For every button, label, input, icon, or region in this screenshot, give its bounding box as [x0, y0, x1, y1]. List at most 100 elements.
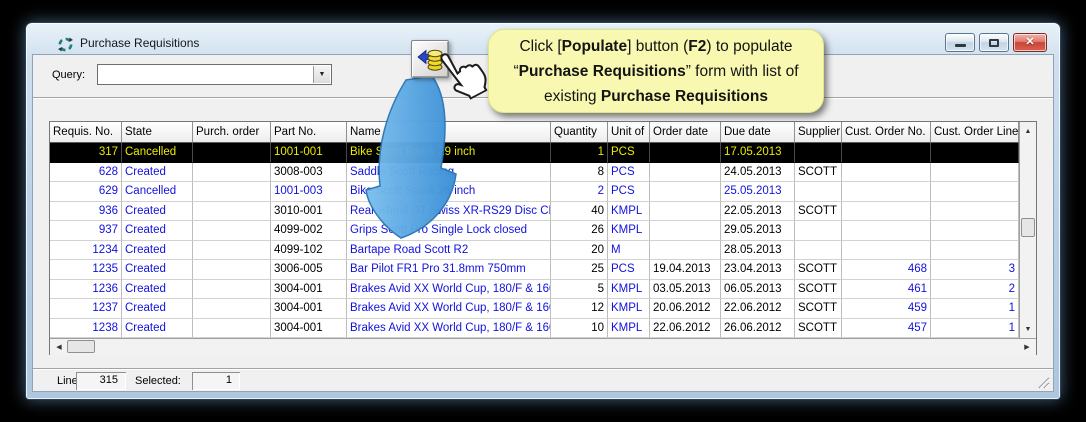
cell-cust_order_line[interactable] [931, 201, 1019, 221]
combo-dropdown-button[interactable]: ▼ [313, 66, 330, 83]
cell-part_no[interactable]: 3004-001 [271, 279, 347, 299]
vertical-scroll-thumb[interactable] [1021, 218, 1035, 237]
cell-state[interactable]: Created [122, 260, 193, 280]
scroll-down-icon[interactable]: ▼ [1020, 321, 1036, 337]
cell-due_date[interactable]: 26.06.2012 [721, 318, 795, 338]
table-row-317[interactable]: 317Cancelled1001-001Bike Scott Spark 29 … [50, 143, 1019, 163]
cell-supplier[interactable]: SCOTT [795, 201, 842, 221]
cell-cust_order_line[interactable]: 3 [931, 260, 1019, 280]
cell-order_date[interactable]: 19.04.2013 [650, 260, 721, 280]
cell-cust_order_line[interactable]: 1 [931, 299, 1019, 319]
cell-requis_no[interactable]: 317 [50, 143, 122, 163]
column-header-purch_order[interactable]: Purch. order [193, 122, 271, 143]
cell-order_date[interactable] [650, 221, 721, 241]
column-header-due_date[interactable]: Due date [721, 122, 795, 143]
cell-purch_order[interactable] [193, 162, 271, 182]
table-row-1234[interactable]: 1234 Created 4099-102 Bartape Road Scott R2… [50, 240, 1019, 260]
cell-unit[interactable]: PCS [608, 162, 650, 182]
column-header-cust_order_line[interactable]: Cust. Order Line [931, 122, 1019, 143]
cell-cust_order_no[interactable] [842, 143, 931, 163]
column-header-requis_no[interactable]: Requis. No. [50, 122, 122, 143]
cell-supplier[interactable]: SCOTT [795, 299, 842, 319]
cell-purch_order[interactable] [193, 201, 271, 221]
cell-name[interactable]: Brakes Avid XX World Cup, 180/F & 160 [347, 299, 551, 319]
cell-quantity[interactable]: 20 [551, 240, 608, 260]
cell-unit[interactable]: PCS [608, 260, 650, 280]
cell-unit[interactable]: PCS [608, 143, 650, 163]
cell-quantity[interactable]: 26 [551, 221, 608, 241]
cell-state[interactable]: Cancelled [122, 143, 193, 163]
cell-requis_no[interactable]: 936 [50, 201, 122, 221]
cell-name[interactable]: Bar Pilot FR1 Pro 31.8mm 750mm [347, 260, 551, 280]
cell-purch_order[interactable] [193, 318, 271, 338]
cell-quantity[interactable]: 12 [551, 299, 608, 319]
close-button[interactable]: ✕ [1013, 33, 1047, 52]
minimize-button[interactable] [945, 33, 975, 52]
cell-cust_order_line[interactable]: 1 [931, 318, 1019, 338]
cell-purch_order[interactable] [193, 279, 271, 299]
cell-unit[interactable]: KMPL [608, 201, 650, 221]
cell-order_date[interactable]: 03.05.2013 [650, 279, 721, 299]
cell-order_date[interactable] [650, 143, 721, 163]
horizontal-scrollbar[interactable]: ◀ ▶ [50, 338, 1036, 355]
cell-part_no[interactable]: 4099-002 [271, 221, 347, 241]
cell-due_date[interactable]: 28.05.2013 [721, 240, 795, 260]
cell-cust_order_no[interactable]: 457 [842, 318, 931, 338]
maximize-button[interactable] [979, 33, 1009, 52]
table-row-1236[interactable]: 1236 Created 3004-001 Brakes Avid XX World … [50, 279, 1019, 299]
cell-supplier[interactable]: SCOTT [795, 260, 842, 280]
cell-supplier[interactable]: SCOTT [795, 318, 842, 338]
cell-supplier[interactable] [795, 143, 842, 163]
cell-unit[interactable]: KMPL [608, 221, 650, 241]
cell-part_no[interactable]: 3004-001 [271, 318, 347, 338]
cell-order_date[interactable]: 20.06.2012 [650, 299, 721, 319]
cell-due_date[interactable]: 24.05.2013 [721, 162, 795, 182]
cell-order_date[interactable] [650, 162, 721, 182]
cell-quantity[interactable]: 8 [551, 162, 608, 182]
cell-cust_order_no[interactable] [842, 221, 931, 241]
column-header-order_date[interactable]: Order date [650, 122, 721, 143]
column-header-supplier[interactable]: Supplier [795, 122, 842, 143]
table-row-1235[interactable]: 1235 Created 3006-005 Bar Pilot FR1 Pro 31.… [50, 260, 1019, 280]
cell-cust_order_no[interactable]: 461 [842, 279, 931, 299]
cell-quantity[interactable]: 2 [551, 182, 608, 202]
cell-purch_order[interactable] [193, 260, 271, 280]
cell-quantity[interactable]: 40 [551, 201, 608, 221]
column-header-unit[interactable]: Unit of [608, 122, 650, 143]
cell-state[interactable]: Created [122, 221, 193, 241]
cell-unit[interactable]: KMPL [608, 279, 650, 299]
cell-requis_no[interactable]: 1238 [50, 318, 122, 338]
cell-cust_order_no[interactable]: 459 [842, 299, 931, 319]
cell-cust_order_line[interactable] [931, 162, 1019, 182]
scroll-up-icon[interactable]: ▲ [1020, 123, 1036, 139]
cell-cust_order_no[interactable] [842, 201, 931, 221]
cell-part_no[interactable]: 3006-005 [271, 260, 347, 280]
table-row-936[interactable]: 936 Created 3010-001 Rear wheel DT Swiss XR… [50, 201, 1019, 221]
horizontal-scroll-thumb[interactable] [67, 340, 95, 353]
cell-cust_order_line[interactable] [931, 182, 1019, 202]
cell-purch_order[interactable] [193, 299, 271, 319]
cell-cust_order_line[interactable] [931, 221, 1019, 241]
cell-due_date[interactable]: 22.05.2013 [721, 201, 795, 221]
table-row-937[interactable]: 937 Created 4099-002 Grips Scott Pro Single… [50, 221, 1019, 241]
cell-cust_order_no[interactable] [842, 182, 931, 202]
cell-unit[interactable]: KMPL [608, 318, 650, 338]
query-combobox[interactable]: ▼ [97, 64, 332, 85]
scroll-left-icon[interactable]: ◀ [51, 339, 67, 355]
cell-requis_no[interactable]: 629 [50, 182, 122, 202]
column-header-quantity[interactable]: Quantity [551, 122, 608, 143]
cell-purch_order[interactable] [193, 240, 271, 260]
table-row-1237[interactable]: 1237 Created 3004-001 Brakes Avid XX World … [50, 299, 1019, 319]
cell-requis_no[interactable]: 1237 [50, 299, 122, 319]
cell-state[interactable]: Created [122, 279, 193, 299]
vertical-scrollbar[interactable]: ▲ ▼ [1019, 122, 1036, 338]
cell-state[interactable]: Created [122, 299, 193, 319]
cell-part_no[interactable]: 3010-001 [271, 201, 347, 221]
cell-part_no[interactable]: 1001-003 [271, 182, 347, 202]
cell-quantity[interactable]: 25 [551, 260, 608, 280]
cell-order_date[interactable] [650, 240, 721, 260]
cell-due_date[interactable]: 17.05.2013 [721, 143, 795, 163]
resize-grip[interactable] [1036, 375, 1050, 389]
cell-supplier[interactable]: SCOTT [795, 162, 842, 182]
cell-cust_order_no[interactable] [842, 240, 931, 260]
